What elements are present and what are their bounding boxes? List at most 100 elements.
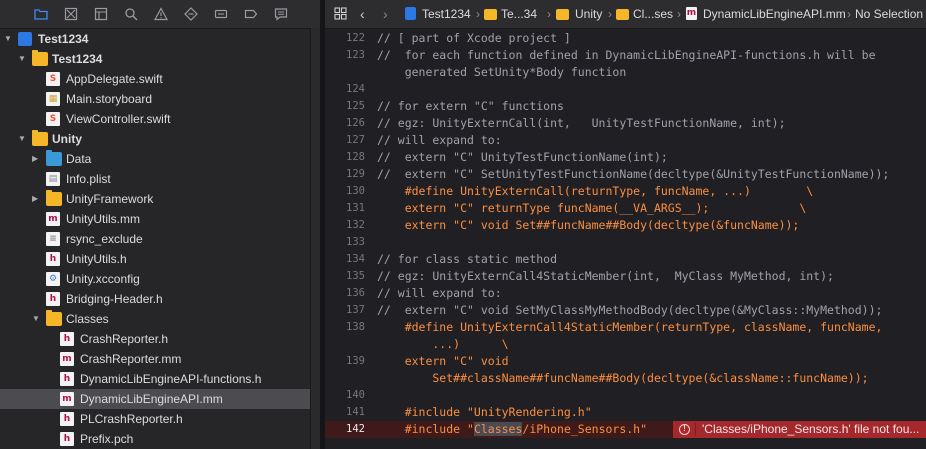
line-number[interactable]: 141 [325, 404, 365, 421]
related-items-icon[interactable] [334, 7, 347, 20]
preprocessor-text: #include "UnityRendering.h" [377, 405, 592, 419]
tree-item-test1234[interactable]: ▼ Test1234 [0, 29, 310, 49]
line-number[interactable]: 127 [325, 132, 365, 149]
tree-item-data[interactable]: ▶ Data [0, 149, 310, 169]
tree-item-info-plist[interactable]: ▤ Info.plist [0, 169, 310, 189]
code-line[interactable]: #include "Classes/iPhone_Sensors.h" [377, 421, 647, 438]
tree-item-unity[interactable]: ▼ Unity [0, 129, 310, 149]
code-line[interactable]: // for class static method [377, 251, 557, 268]
folder-icon [556, 9, 569, 20]
line-number[interactable]: 142 [325, 421, 365, 438]
source-control-icon[interactable] [64, 7, 78, 21]
code-line[interactable]: ...) \ [377, 336, 508, 353]
tree-item-dynamiclibengineapi-functions-h[interactable]: h DynamicLibEngineAPI-functions.h [0, 369, 310, 389]
tree-item-prefix-pch[interactable]: h Prefix.pch [0, 429, 310, 449]
code-line[interactable]: // extern "C" SetUnityTestFunctionName(d… [377, 166, 889, 183]
line-number[interactable]: 122 [325, 30, 365, 47]
report-icon[interactable] [274, 7, 288, 21]
debug-icon[interactable] [214, 7, 228, 21]
test-icon[interactable] [184, 7, 198, 21]
tree-item-dynamiclibengineapi-mm[interactable]: m DynamicLibEngineAPI.mm [0, 389, 310, 409]
code-line[interactable]: generated SetUnity*Body function [377, 64, 627, 81]
comment-text: // will expand to: [377, 133, 502, 147]
line-number[interactable]: 129 [325, 166, 365, 183]
line-number[interactable]: 140 [325, 387, 365, 404]
line-number[interactable]: 131 [325, 200, 365, 217]
line-number[interactable]: 126 [325, 115, 365, 132]
code-area[interactable]: 122 123 124 125 126 127 128 129 130 131 132 133 134 1… [325, 29, 926, 449]
h-file-icon: h [60, 432, 74, 446]
tree-item-unityutils-mm[interactable]: m UnityUtils.mm [0, 209, 310, 229]
error-banner[interactable]: ! 'Classes/iPhone_Sensors.h' file not fo… [673, 421, 926, 438]
crumb-file[interactable]: DynamicLibEngineAPI.mm [703, 7, 846, 21]
line-number[interactable]: 128 [325, 149, 365, 166]
find-icon[interactable] [124, 7, 138, 21]
line-number[interactable]: 136 [325, 285, 365, 302]
breakpoint-icon[interactable] [244, 7, 258, 21]
tree-item-unityutils-h[interactable]: h UnityUtils.h [0, 249, 310, 269]
line-number[interactable]: 123 [325, 47, 365, 64]
code-line[interactable]: // extern "C" UnityTestFunctionName(int)… [377, 149, 668, 166]
tree-item-crashreporter-h[interactable]: h CrashReporter.h [0, 329, 310, 349]
tree-item-classes[interactable]: ▼ Classes [0, 309, 310, 329]
line-number-gutter[interactable]: 122 123 124 125 126 127 128 129 130 131 132 133 134 1… [325, 29, 369, 449]
chevron-right-icon: › [476, 7, 480, 21]
tree-item-test1234[interactable]: ▼ Test1234 [0, 49, 310, 69]
code-line[interactable]: // egz: UnityExternCall(int, UnityTestFu… [377, 115, 786, 132]
tree-item-main-storyboard[interactable]: ▦ Main.storyboard [0, 89, 310, 109]
tree-item-unity-xcconfig[interactable]: ⚙ Unity.xcconfig [0, 269, 310, 289]
line-number[interactable]: 135 [325, 268, 365, 285]
line-number[interactable]: 130 [325, 183, 365, 200]
disclosure-open-icon[interactable]: ▼ [18, 133, 28, 145]
line-number[interactable]: 139 [325, 353, 365, 370]
tree-item-rsync-exclude[interactable]: ≡ rsync_exclude [0, 229, 310, 249]
tree-item-label: CrashReporter.mm [80, 352, 182, 366]
tree-item-viewcontroller-swift[interactable]: S ViewController.swift [0, 109, 310, 129]
issue-icon[interactable] [153, 7, 169, 21]
line-number[interactable]: 132 [325, 217, 365, 234]
crumb-unity[interactable]: Unity [575, 7, 602, 21]
crumb-selection[interactable]: No Selection [855, 7, 923, 21]
code-line[interactable]: // for extern "C" functions [377, 98, 564, 115]
code-line[interactable]: // extern "C" void SetMyClassMyMethodBod… [377, 302, 882, 319]
h-file-icon: h [60, 412, 74, 426]
code-line[interactable]: Set##className##funcName##Body(decltype(… [377, 370, 868, 387]
crumb-classes[interactable]: Cl...ses [633, 7, 673, 21]
code-line[interactable]: #include "UnityRendering.h" [377, 404, 592, 421]
tree-item-unityframework[interactable]: ▶ UnityFramework [0, 189, 310, 209]
code-line[interactable]: // for each function defined in DynamicL… [377, 47, 876, 64]
forward-arrow-icon[interactable]: › [383, 7, 388, 21]
line-number[interactable]: 137 [325, 302, 365, 319]
tree-item-appdelegate-swift[interactable]: S AppDelegate.swift [0, 69, 310, 89]
tree-item-label: Main.storyboard [66, 92, 153, 106]
back-arrow-icon[interactable]: ‹ [360, 7, 365, 21]
code-line[interactable]: // [ part of Xcode project ] [377, 30, 571, 47]
objc-file-icon: m [686, 7, 697, 20]
code-line[interactable]: // will expand to: [377, 285, 502, 302]
hierarchy-icon[interactable] [94, 7, 108, 21]
crumb-project[interactable]: Test1234 [422, 7, 471, 21]
line-number[interactable]: 134 [325, 251, 365, 268]
disclosure-open-icon[interactable]: ▼ [18, 53, 28, 65]
tree-item-plcrashreporter-h[interactable]: h PLCrashReporter.h [0, 409, 310, 429]
line-number[interactable]: 125 [325, 98, 365, 115]
code-line[interactable]: #define UnityExternCall(returnType, func… [377, 183, 814, 200]
disclosure-open-icon[interactable]: ▼ [4, 33, 14, 45]
code-line[interactable]: extern "C" returnType funcName(__VA_ARGS… [377, 200, 807, 217]
crumb-group[interactable]: Te...34 [501, 7, 537, 21]
tree-item-crashreporter-mm[interactable]: m CrashReporter.mm [0, 349, 310, 369]
code-line[interactable]: // egz: UnityExternCall4StaticMember(int… [377, 268, 834, 285]
code-line[interactable]: // will expand to: [377, 132, 502, 149]
comment-text: // extern "C" void SetMyClassMyMethodBod… [377, 303, 883, 317]
folder-icon[interactable] [34, 7, 48, 21]
line-number[interactable]: 138 [325, 319, 365, 336]
code-line[interactable]: extern "C" void Set##funcName##Body(decl… [377, 217, 800, 234]
line-number[interactable]: 133 [325, 234, 365, 251]
code-line[interactable]: #define UnityExternCall4StaticMember(ret… [377, 319, 883, 336]
disclosure-closed-icon[interactable]: ▶ [32, 193, 42, 205]
line-number[interactable]: 124 [325, 81, 365, 98]
code-line[interactable]: extern "C" void [377, 353, 509, 370]
disclosure-open-icon[interactable]: ▼ [32, 313, 42, 325]
tree-item-bridging-header-h[interactable]: h Bridging-Header.h [0, 289, 310, 309]
disclosure-closed-icon[interactable]: ▶ [32, 153, 42, 165]
